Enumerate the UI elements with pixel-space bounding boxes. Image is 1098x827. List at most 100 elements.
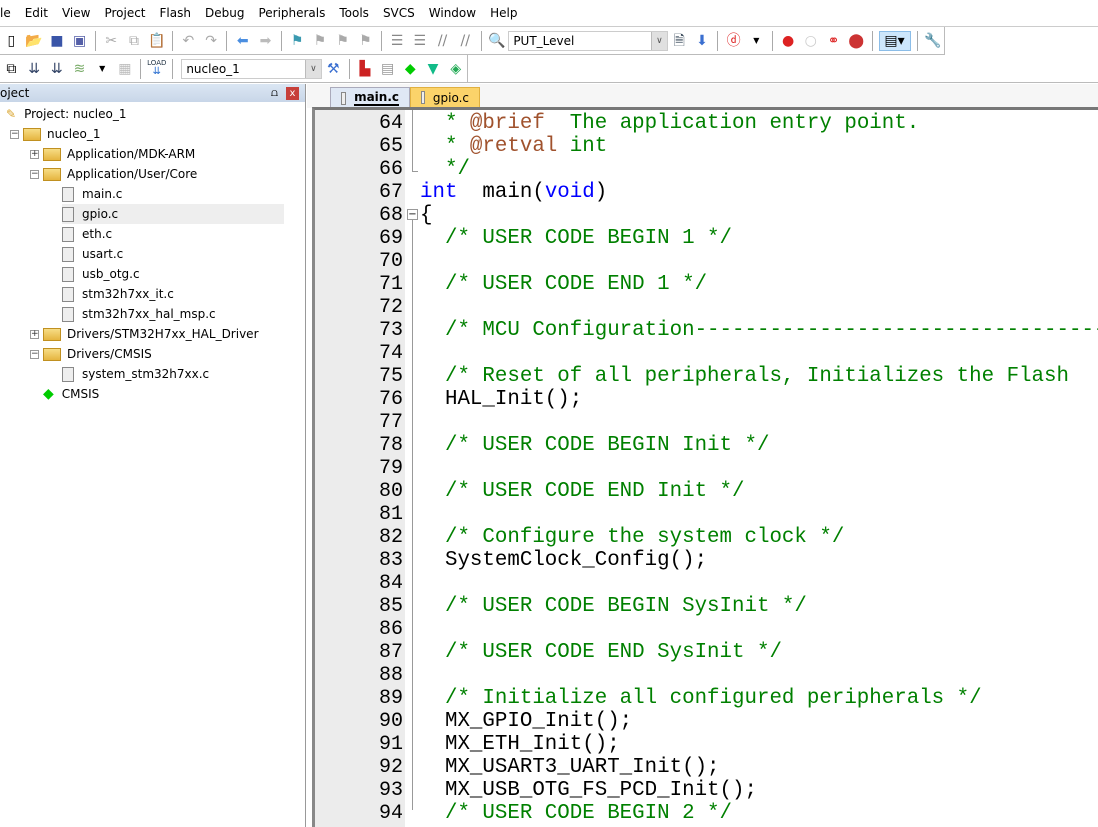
redo-icon[interactable]: ↷ [202,31,221,51]
menu-debug[interactable]: Debug [198,6,251,20]
manage-components-icon[interactable]: ▙ [356,59,375,79]
menu-edit[interactable]: Edit [18,6,55,20]
disable-breakpoint-icon[interactable]: ○ [801,31,820,51]
load-icon[interactable]: LOAD ⇊ [147,59,166,79]
menu-svcs[interactable]: SVCS [376,6,422,20]
breakpoint-icon[interactable]: ● [779,31,798,51]
configure-icon[interactable]: 🔧 [923,31,942,51]
find-combo[interactable]: PUT_Level ∨ [508,30,668,51]
stop-build-icon[interactable]: ▦ [116,59,135,79]
toolbar-build: ⧉ ⇊ ⇊ ≋ ▼ ▦ LOAD ⇊ nucleo_1 ∨ ⚒ ▙ ▤ ◆ ▼ ◈ [0,55,468,83]
menu-flash[interactable]: Flash [153,6,198,20]
tree-item[interactable]: main.c [62,184,122,204]
dropdown-arrow-icon[interactable]: ▼ [93,59,112,79]
tab-main-c[interactable]: main.c [330,87,410,108]
bookmark-icon[interactable]: ⚑ [288,31,307,51]
menu-le[interactable]: le [0,6,18,20]
tree-item[interactable]: + Application/MDK-ARM [30,144,195,164]
line-number: 70 [378,250,403,273]
pack-installer-icon[interactable]: ▼ [424,59,443,79]
menu-help[interactable]: Help [483,6,524,20]
undo-icon[interactable]: ↶ [179,31,198,51]
select-software-packs-icon[interactable]: ▤ [378,59,397,79]
comment-icon[interactable]: // [433,31,452,51]
tree-item[interactable]: system_stm32h7xx.c [62,364,209,384]
find-in-files-icon[interactable]: 🔍 [488,31,507,51]
tree-item[interactable]: usb_otg.c [62,264,140,284]
translate-icon[interactable]: ⧉ [2,59,21,79]
tree-item[interactable]: + Drivers/STM32H7xx_HAL_Driver [30,324,259,344]
code-token: /* Reset of all peripherals, Initializes… [420,365,1069,388]
build-icon[interactable]: ⇊ [25,59,44,79]
new-file-icon[interactable]: ▯ [2,31,21,51]
tree-item[interactable]: − nucleo_1 [10,124,101,144]
code-token: ) [594,181,608,204]
dropdown-arrow-icon[interactable]: ▼ [747,31,766,51]
find-icon[interactable]: 🗎 [670,31,689,51]
open-folder-icon[interactable]: 📂 [25,31,44,51]
next-bookmark-icon[interactable]: ⚑ [333,31,352,51]
tree-item[interactable]: − Drivers/CMSIS [30,344,152,364]
code-editor[interactable]: 64 65 66 67 68 69 70 71 72 73 74 75 76 77 78 79 80 81 82 83… [312,107,1098,827]
tree-item[interactable]: ◆ CMSIS [30,384,99,404]
uncomment-icon[interactable]: // [456,31,475,51]
navigate-back-icon[interactable]: ⬅ [233,31,252,51]
tab-gpio-c[interactable]: gpio.c [410,87,480,108]
tree-item[interactable]: eth.c [62,224,112,244]
menu-peripherals[interactable]: Peripherals [251,6,332,20]
code-line: /* USER CODE END 1 */ [420,273,707,296]
project-icon: ✎ [6,107,17,121]
line-number: 67 [378,181,403,204]
target-combo[interactable]: nucleo_1 ∨ [181,58,322,79]
kill-breakpoints-icon[interactable]: ⬤ [847,31,866,51]
window-layout-icon[interactable]: ▤▾ [878,30,911,51]
code-line: /* MCU Configuration--------------------… [420,319,1098,342]
batch-build-icon[interactable]: ≋ [70,59,89,79]
collapse-icon[interactable]: − [10,129,19,139]
pin-icon[interactable]: ⩍ [271,86,278,100]
expand-icon[interactable]: + [30,329,39,339]
cut-icon[interactable]: ✂ [102,31,121,51]
unindent-icon[interactable]: ☰ [410,31,429,51]
tree-item[interactable]: stm32h7xx_it.c [62,284,174,304]
save-icon[interactable]: ■ [47,31,66,51]
indent-icon[interactable]: ☰ [388,31,407,51]
line-number: 93 [378,779,403,802]
expand-icon[interactable]: + [30,149,39,159]
save-all-icon[interactable]: ▣ [70,31,89,51]
pack-components-icon[interactable]: ◈ [446,59,465,79]
target-options-icon[interactable]: ⚒ [324,59,343,79]
debug-session-icon[interactable]: ⓓ [724,31,743,51]
incremental-find-icon[interactable]: ⬇ [693,31,712,51]
code-token: * [420,112,470,135]
menu-project[interactable]: Project [97,6,152,20]
tree-item[interactable]: gpio.c [62,204,284,224]
tree-item[interactable]: stm32h7xx_hal_msp.c [62,304,216,324]
tree-item[interactable]: ✎ Project: nucleo_1 [6,104,126,124]
rebuild-icon[interactable]: ⇊ [47,59,66,79]
close-icon[interactable]: x [286,86,299,100]
line-number: 69 [378,227,403,250]
prev-bookmark-icon[interactable]: ⚑ [311,31,330,51]
disable-all-breakpoints-icon[interactable]: ⚭ [824,31,843,51]
clear-bookmarks-icon[interactable]: ⚑ [356,31,375,51]
menu-tools[interactable]: Tools [332,6,376,20]
line-number: 79 [378,457,403,480]
navigate-forward-icon[interactable]: ➡ [256,31,275,51]
menu-view[interactable]: View [55,6,97,20]
collapse-icon[interactable]: − [30,349,39,359]
tree-item[interactable]: − Application/User/Core [30,164,197,184]
project-panel: oject ⩍ x ✎ Project: nucleo_1− nucleo_1 + Ap… [0,84,306,827]
collapse-icon[interactable]: − [30,169,39,179]
copy-icon[interactable]: ⧉ [125,31,144,51]
chevron-down-icon[interactable]: ∨ [650,31,667,50]
tree-item[interactable]: usart.c [62,244,123,264]
line-number: 83 [378,549,403,572]
manage-runtime-icon[interactable]: ◆ [401,59,420,79]
paste-icon[interactable]: 📋 [147,31,166,51]
code-token: main( [457,181,545,204]
chevron-down-icon[interactable]: ∨ [304,59,321,78]
menu-window[interactable]: Window [422,6,483,20]
fold-collapse-icon[interactable]: − [407,209,418,220]
tree-item-label: stm32h7xx_it.c [82,287,174,301]
